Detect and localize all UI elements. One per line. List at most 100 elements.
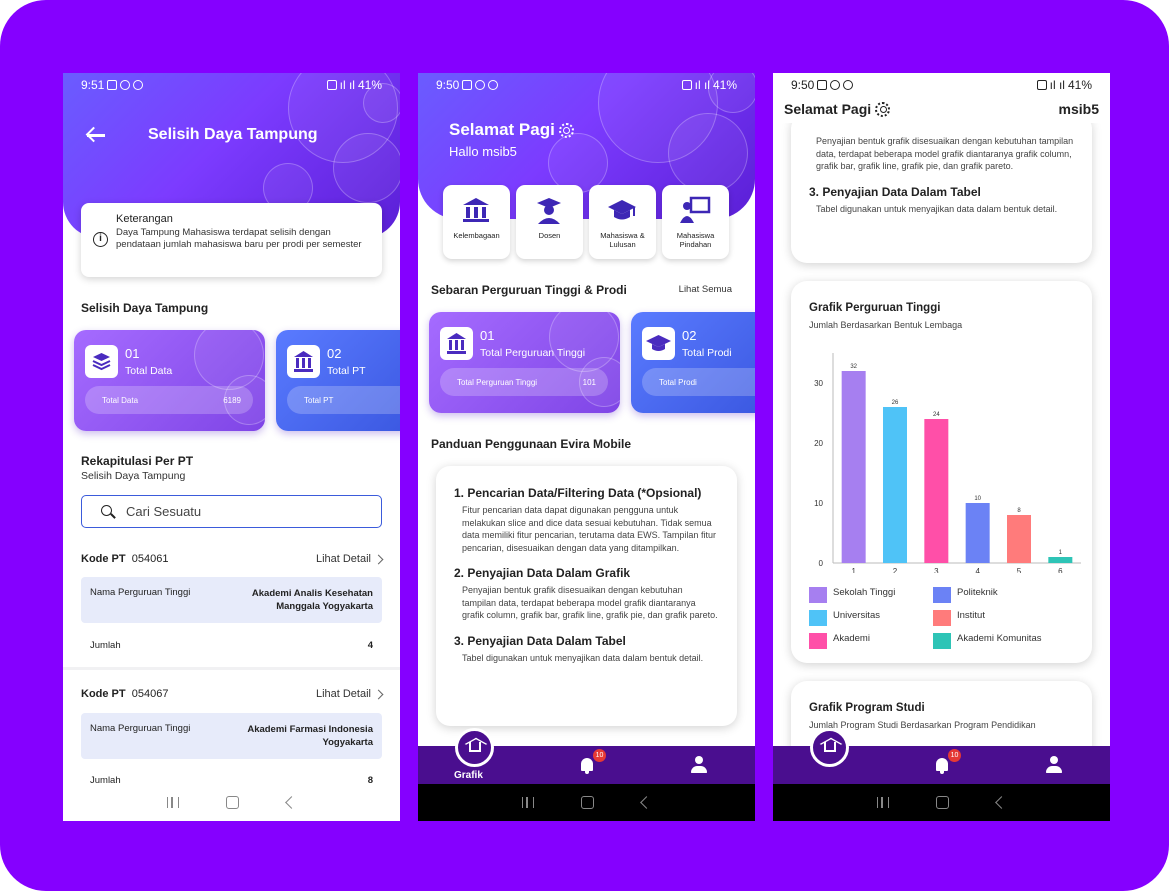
menu-label: Mahasiswa & Lulusan [600, 231, 645, 249]
jumlah-row: Jumlah 4 [90, 640, 373, 651]
profile-icon[interactable] [1046, 756, 1062, 774]
legend-swatch [933, 633, 951, 649]
chevron-right-icon [373, 554, 384, 564]
panduan-heading: 3. Penyajian Data Dalam Tabel [454, 633, 626, 648]
home-icon[interactable] [936, 796, 950, 809]
institution-icon [287, 345, 320, 378]
status-bar: 9:51 ıl ıl 41% [63, 73, 400, 97]
back-arrow-icon[interactable] [85, 125, 109, 145]
data-label: 24 [933, 412, 940, 418]
stat-label: Total Data [125, 365, 173, 377]
chart-title: Grafik Perguruan Tinggi [809, 302, 941, 314]
status-time: 9:51 [81, 78, 105, 92]
legend-swatch [809, 633, 827, 649]
stat-number: 01 [480, 328, 495, 343]
whatsapp-icon [830, 80, 841, 90]
gear-icon [875, 101, 891, 117]
signal-icon: ıl ıl [1049, 78, 1065, 92]
greeting-text: Selamat Pagi [449, 120, 555, 139]
lihat-detail-label: Lihat Detail [315, 553, 371, 565]
battery-level: 41% [1067, 78, 1092, 92]
list-item-header: Kode PT 054061 Lihat Detail [81, 553, 384, 571]
profile-icon[interactable] [691, 756, 707, 774]
bar-chart: 0 10 20 30 32 1 26 2 24 3 10 4 8 5 1 6 [814, 353, 1081, 573]
panduan-body: Tabel digunakan untuk menyajikan data da… [462, 652, 704, 663]
rekap-subtitle: Selisih Daya Tampung [81, 470, 186, 482]
kode-value: 054061 [131, 553, 169, 565]
bell-icon[interactable] [936, 758, 948, 774]
battery-level: 41% [357, 78, 382, 92]
nama-label: Nama Perguruan Tinggi [90, 723, 191, 734]
bar [883, 407, 907, 563]
layers-icon [85, 345, 118, 378]
system-nav-bar [63, 784, 400, 821]
recent-apps-icon[interactable] [166, 797, 179, 808]
stat-card-total-pt[interactable]: 02 Total PT Total PT [276, 330, 400, 431]
rekap-title: Rekapitulasi Per PT [81, 454, 194, 468]
panduan-heading: 1. Pencarian Data/Filtering Data (*Opsio… [454, 486, 702, 500]
stat-card-total-prodi[interactable]: 02 Total Prodi Total Prodi [631, 312, 755, 413]
lihat-detail-label: Lihat Detail [315, 688, 371, 700]
home-icon[interactable] [226, 796, 240, 809]
legend-swatch [809, 587, 827, 603]
recent-apps-icon[interactable] [876, 797, 889, 808]
home-tab-button[interactable] [455, 728, 494, 767]
battery-level: 41% [712, 78, 737, 92]
settings-icon [488, 80, 499, 90]
home-tab-button[interactable] [810, 728, 849, 767]
back-icon[interactable] [640, 796, 654, 809]
legend-label: Universitas [833, 610, 880, 621]
status-bar: 9:50 ıl ıl 41% [773, 73, 1110, 97]
greeting-text: Selamat Pagi [784, 101, 872, 117]
menu-mahasiswa-lulusan[interactable]: Mahasiswa & Lulusan [589, 185, 656, 259]
home-icon[interactable] [581, 796, 595, 809]
legend-label: Sekolah Tinggi [833, 587, 896, 598]
chart-title: Grafik Program Studi [809, 702, 925, 714]
panduan-body: Penyajian bentuk grafik disesuaikan deng… [462, 585, 718, 620]
lihat-detail-link[interactable]: Lihat Detail [315, 688, 384, 700]
legend-item: Sekolah Tinggi [809, 587, 919, 603]
menu-kelembagaan[interactable]: Kelembagaan [443, 185, 510, 259]
menu-mahasiswa-pindahan[interactable]: Mahasiswa Pindahan [662, 185, 729, 259]
stat-number: 02 [682, 328, 697, 343]
stat-label: Total PT [327, 365, 366, 377]
home-icon [824, 742, 836, 752]
bell-icon[interactable] [581, 758, 593, 774]
page-title: Selisih Daya Tampung [148, 126, 318, 143]
signal-icon: ıl ıl [339, 78, 355, 92]
keterangan-title: Keterangan [116, 213, 173, 225]
bar [841, 371, 866, 563]
legend-swatch [809, 610, 827, 626]
keterangan-body: Daya Tampung Mahasiswa terdapat selisih … [116, 227, 362, 250]
search-icon [101, 505, 112, 516]
lihat-semua-link[interactable]: Lihat Semua [679, 284, 732, 295]
phone-screen-grafik: 9:50 ıl ıl 41% Selamat Pagi msib5 Penyaji… [773, 73, 1110, 821]
system-nav-bar [418, 784, 755, 821]
stat-card-total-pt[interactable]: 01 Total Perguruan Tinggi Total Pergurua… [429, 312, 620, 413]
data-label: 1 [1059, 550, 1063, 556]
divider [63, 667, 400, 670]
greeting: Selamat Pagi [784, 101, 891, 117]
stat-card-total-data[interactable]: 01 Total Data Total Data 6189 [74, 330, 265, 431]
stat-label: Total Prodi [682, 347, 732, 359]
y-tick-label: 30 [814, 379, 823, 388]
recent-apps-icon[interactable] [521, 797, 534, 808]
jumlah-value: 4 [367, 640, 373, 651]
system-nav-bar [773, 784, 1110, 821]
panduan-heading: 2. Penyajian Data Dalam Grafik [454, 566, 631, 580]
panduan-heading: 3. Penyajian Data Dalam Tabel [809, 184, 981, 199]
gear-icon [558, 122, 574, 138]
back-icon[interactable] [285, 796, 299, 809]
panduan-body: Fitur pencarian data dapat digunakan pen… [462, 505, 716, 553]
back-icon[interactable] [995, 796, 1009, 809]
image-icon [817, 80, 828, 90]
search-input[interactable]: Cari Sesuatu [81, 495, 382, 528]
legend-swatch [933, 587, 951, 603]
lihat-detail-link[interactable]: Lihat Detail [315, 553, 384, 565]
panduan-body: Tabel digunakan untuk menyajikan data da… [816, 203, 1058, 214]
x-tick-label: 4 [975, 567, 980, 573]
menu-dosen[interactable]: Dosen [516, 185, 583, 259]
bar [1007, 515, 1031, 563]
lecturer-icon [533, 195, 565, 225]
home-icon [469, 742, 481, 752]
